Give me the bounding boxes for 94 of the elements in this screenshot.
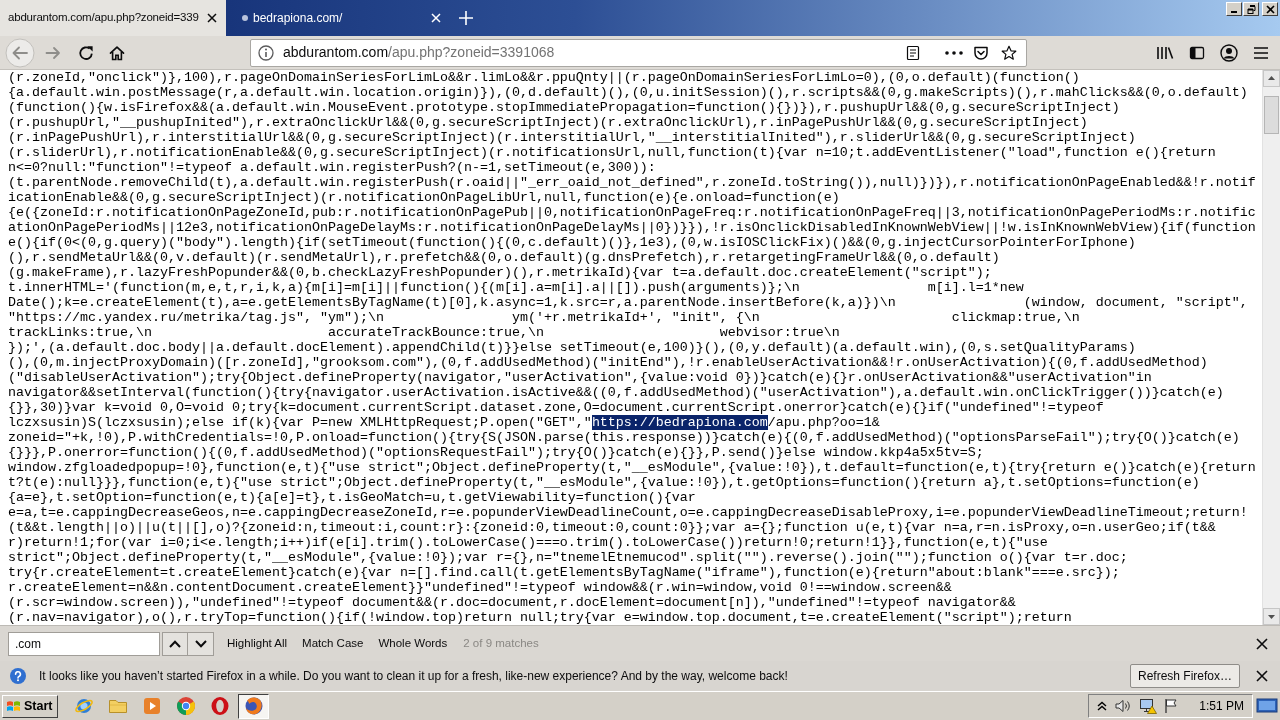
code-line: (),r.sendMetaUrl&&(0,v.default)(r.sendMetaUrl),r.prefetch&&(0,o.default)(g.dnsPrefetch),r.retargetingFrameUrl&&(0,o.default) (8, 250, 1000, 265)
close-icon[interactable] (207, 13, 217, 23)
close-icon[interactable] (1256, 637, 1268, 650)
code-line: trackLinks:true,\n accurateTrackBounce:true,\n webvisor:true\n (8, 325, 840, 340)
clock: 1:51 PM (1199, 698, 1244, 714)
speaker-icon[interactable] (1114, 698, 1133, 714)
code-line: {a.default.win.postMessage(r,a.default.win.location.origin)}),(0,d.default)(),(0,u.initSession)(),r.scripts&&(0,g.makeScripts)(),r.mahClicks&&(0,o.default) (8, 85, 1248, 100)
restore-button[interactable] (1243, 2, 1259, 16)
code-text: lczxsusin)S(lczxsusin);else if(k){var P=new XMLHttpRequest;P.open("GET"," (8, 415, 592, 430)
minimize-button[interactable] (1226, 2, 1242, 16)
refresh-button[interactable]: Refresh Firefox… (1129, 664, 1240, 688)
vertical-scrollbar[interactable] (1262, 70, 1280, 625)
network-icon[interactable] (1139, 698, 1158, 714)
code-line: icationEnable&&(0,g.secureScriptInject)(r.notificationOnPageLibUrl,null,function(e){e.onload=function(e) (8, 190, 840, 205)
chevron-down-icon (194, 639, 207, 648)
url-text: abdurantom.com/apu.php?zoneid=3391068 (283, 44, 555, 61)
globe-ring-icon (74, 696, 94, 716)
code-line: navigator&&setInterval(function(){try{navigator.userActivation.isActive&&((0,f.addUsedMethod)("userActivation"),a.default.win.onClickTrigger())}catch(e) (8, 385, 1224, 400)
find-option-button[interactable]: Highlight All (225, 636, 290, 651)
code-line: try{r.createElement=t.createElement}catch(e){var n=[].find.call(t.getElementsByTagName("iframe"),function(e){return"about:blank"===e.src}); (8, 565, 1120, 580)
reload-icon[interactable] (78, 44, 94, 61)
find-option-button[interactable]: Whole Words (376, 636, 450, 651)
code-line: t?t(e):null}}},function(e,t){"use strict";Object.defineProperty(t,"__esModule",{value:!0}),t.getOptions=function(){return a},t.setOptions=function(e) (8, 475, 1200, 490)
notification-message: It looks like you haven’t started Firefox in a while. Do you want to clean it up for a fresh, like-new experience? And by the way, welcome back! (39, 668, 788, 684)
code-line: strict";Object.defineProperty(t,"__esModule",{value:!0});var r={},n="tnemelEtnemucod".split("").reverse().join("");function o(){var t=r.doc; (8, 550, 1128, 565)
code-line: (),(0,m.injectProxyDomain)([r.zoneId],"grooksom.com"),(0,f.addUsedMethod)("initEnd"),!r.enableUserActivation&&!r.onUserActivation){(0,f.addUsedMethod) (8, 355, 1208, 370)
code-line: r)return!1;for(var i=0;i<e.length;i++)if(e[i].trim().toLowerCase()===o.trim().toLowerCase())return!0;return!1}},function(e,t){"use (8, 535, 1048, 550)
help-icon (10, 668, 26, 684)
sidebar-icon[interactable] (1189, 44, 1205, 61)
close-window-button[interactable] (1262, 2, 1278, 16)
code-line: ationOnPagePeriodMs||12e3,notificationOnPageDelayMs:r.notificationOnPageDelayMs||0})}}),!r.isOnclickDisabledInKnownWebView||!w.isInKnownWebView){if(function (8, 220, 1256, 235)
minimize-icon (1231, 11, 1237, 13)
info-icon[interactable] (258, 44, 274, 61)
desktop-icon[interactable] (1256, 697, 1278, 715)
code-line: (r.inPagePushUrl),r.interstitialUrl&&(0,g.secureScriptInject)(r.interstitialUrl,"__interstitialInited"),r.sliderUrl&&(0,g.secureScriptInject) (8, 130, 1136, 145)
o-ring-icon (210, 696, 230, 716)
code-line: {e({zoneId:r.notificationOnPageZoneId,pub:r.notificationOnPagePub||0,notificationOnPageFreq:r.notificationOnPageFreq||3,notificationOnPagePeriodMs:r.notific (8, 205, 1256, 220)
restore-icon (1246, 4, 1256, 14)
flag-icon[interactable] (1164, 698, 1179, 714)
code-line: {}},30)}var k=void 0,O=void 0;try{k=document.currentScript.dataset.zone,O=document.currentScript.onerror}catch(e){}if("undefined"!=typeof (8, 400, 1104, 415)
plus-icon[interactable] (459, 11, 473, 25)
highlighted-match: https://bedrapiona.com (591, 415, 768, 430)
menu-icon[interactable] (1253, 45, 1269, 60)
scroll-down-icon[interactable] (1263, 608, 1280, 625)
browser-tab[interactable]: bedrapiona.com/ (226, 0, 450, 36)
close-icon (1265, 4, 1275, 14)
star-icon[interactable] (1001, 44, 1017, 61)
code-line: window.zfgloadedpopup=!0},function(e,t){"use strict";Object.defineProperty(t,"__esModule",{value:!0}),t.default=function(e,t){try{return e()}catch(e){return (8, 460, 1256, 475)
code-line: {}}},P.onerror=function(){(0,f.addUsedMethod)("optionsRequestFail");try{O()}catch(e){}},P.send()}else window.kkp4a5x5tv=S; (8, 445, 984, 460)
code-line: (r.scr=window.screen)),"undefined"!=typeof document&&(r.doc=document,r.docElement=document[n]),"undefined"!=typeof navigator&& (8, 595, 1016, 610)
find-input[interactable]: .com (8, 631, 160, 656)
chevron-up-icon (169, 639, 181, 648)
close-icon[interactable] (1256, 670, 1268, 682)
code-line: (t&&t.length||o)||u(t||[],o)?{zoneid:n,timeout:i,count:r}:{zoneid:0,timeout:0,count:0}};var a={};function u(e,t){var n=a,r=n.isProxy,o=n.userGeo;if(t&& (8, 520, 1216, 535)
code-line: ("disableUserActivation");try{Object.defineProperty(navigator,"userActivation",{value:void 0})}catch(e){}r.onUserActivation&&"userActivation"in (8, 370, 1152, 385)
code-line: (r.pushupUrl,"__pushupInited"),r.extraOnclickUrl&&(0,g.secureScriptInject)(r.extraOnclickUrl),r.inPagePushUrl&&(0,g.secureScriptInject) (8, 115, 1088, 130)
scroll-up-icon[interactable] (1263, 70, 1280, 87)
code-line: e(){if(0<(0,g.query)("body").length){if(setTimeout(function(){(0,c.default)()},1e3),(0,w.isIOSClickFix)()&&(0,g.injectCursorPointerForIphone) (8, 235, 1136, 250)
address-bar[interactable]: abdurantom.com/apu.php?zoneid=3391068 (250, 38, 1027, 67)
reader-view-icon[interactable] (905, 44, 921, 61)
code-line: r.createElement=n&&n.contentDocument.createElement}}"undefined"!=typeof window&&(r.win=window,void 0!==window.screen&& (8, 580, 952, 595)
code-line: zoneid="+k,!0),P.withCredentials=!0,P.onload=function(){try{S(JSON.parse(this.response))}catch(e){(0,f.addUsedMethod)("optionsParseFail");try{O()}catch(e) (8, 430, 1240, 445)
start-button[interactable]: Start (2, 694, 59, 718)
find-option-button[interactable]: Match Case (300, 636, 366, 651)
code-line: "https://mc.yandex.ru/metrika/tag.js", "ym");\n ym('+r.metrikaId+', "init", {\n clickmap:true,\n (8, 310, 1080, 325)
match-count: 2 of 9 matches (463, 636, 539, 651)
scroll-thumb[interactable] (1264, 96, 1279, 134)
code-line: t.innerHTML='(function(m,e,t,r,i,k,a){m[i]=m[i]||function(){(m[i].a=m[i].a||[]).push(arguments)};\n m[i].l=1*new (8, 280, 1024, 295)
segmented-circle-icon (176, 696, 196, 716)
chevron-up-icon[interactable] (1097, 701, 1108, 711)
shield-chevron-icon[interactable] (973, 44, 989, 61)
code-line: (t.parentNode.removeChild(t),a.default.win.registerPush(r.oaid||"_err_oaid_not_defined",r.zoneId.toString()),null)})}),r.notificationOnPageEnabled&&!r.notif (8, 175, 1256, 190)
code-line: });',(a.default.doc.body||a.default.docElement).appendChild(t)}}else setTimeout(e,100)}(),(0,y.default)(a.default.win),(0,s.setQualityParams) (8, 340, 1136, 355)
home-icon[interactable] (109, 44, 125, 61)
code-line: (function(){w.isFirefox&&(a.default.win.MouseEvent.prototype.stopImmediatePropagation=function(){})}),r.pushupUrl&&(0,g.secureScriptInject) (8, 100, 1120, 115)
find-previous-button[interactable] (162, 631, 188, 656)
code-text: /apu.php?oo=1& (767, 415, 880, 430)
code-line: (r.sliderUrl),r.notificationEnable&&(0,g.secureScriptInject)(r.notificationsUrl,null,function(t){var n=10;t.addEventListener("load",function e(){return (8, 145, 1216, 160)
library-icon[interactable] (1156, 44, 1174, 61)
globe-icon (244, 696, 264, 716)
code-line: n<=0?null:"function"!=typeof a.default.win.registerPush?(n-=1,setTimeout(e,300)): (8, 160, 656, 175)
browser-tab[interactable]: abdurantom.com/apu.php?zoneid=339 (0, 0, 226, 36)
start-logo-icon (6, 699, 21, 713)
code-line: Date();k=e.createElement(t),a=e.getElementsByTagName(t)[0],k.async=1,k.src=r,a.parentNode.insertBefore(k,a)})\n (window, document, "script", (8, 295, 1248, 310)
more-icon[interactable] (945, 50, 963, 55)
taskbar-button[interactable] (238, 693, 270, 719)
play-icon (142, 696, 162, 716)
code-line: e=a,t=e.cappingDecreaseGeos,n=e.cappingDecreaseZoneId,r=e.popunderViewDeadlineCount,o=e.cappingDecreaseDisableProxy,i=e.popunderViewDeadlineTimeout;return! (8, 505, 1248, 520)
code-line: (r.zoneId,"onclick")},100),r.pageOnDomainSeriesForLimLo&&r.limLo&&r.ppuQnty||(r.pageOnDomainSeriesForLimLo=0),(0,o.default)(function() (8, 70, 1080, 85)
code-line: (g.makeFrame),r.lazyFreshPopunder&&(0,b.checkLazyFreshPopunder)(),r.metrikaId){var t=a.default.doc.createElement("script"); (8, 265, 992, 280)
code-line: {a=e},t.setOption=function(e,t){a[e]=t},t.isGeoMatch=u,t.getViewability=function(){var (8, 490, 696, 505)
account-icon[interactable] (1220, 43, 1238, 62)
code-line: (r.nav=navigator),o(),r.tryTop=function(){if(!window.top)return null;try{var e=window.top.document,t=e.createElement("script");return (8, 610, 1072, 625)
find-next-button[interactable] (188, 631, 214, 656)
